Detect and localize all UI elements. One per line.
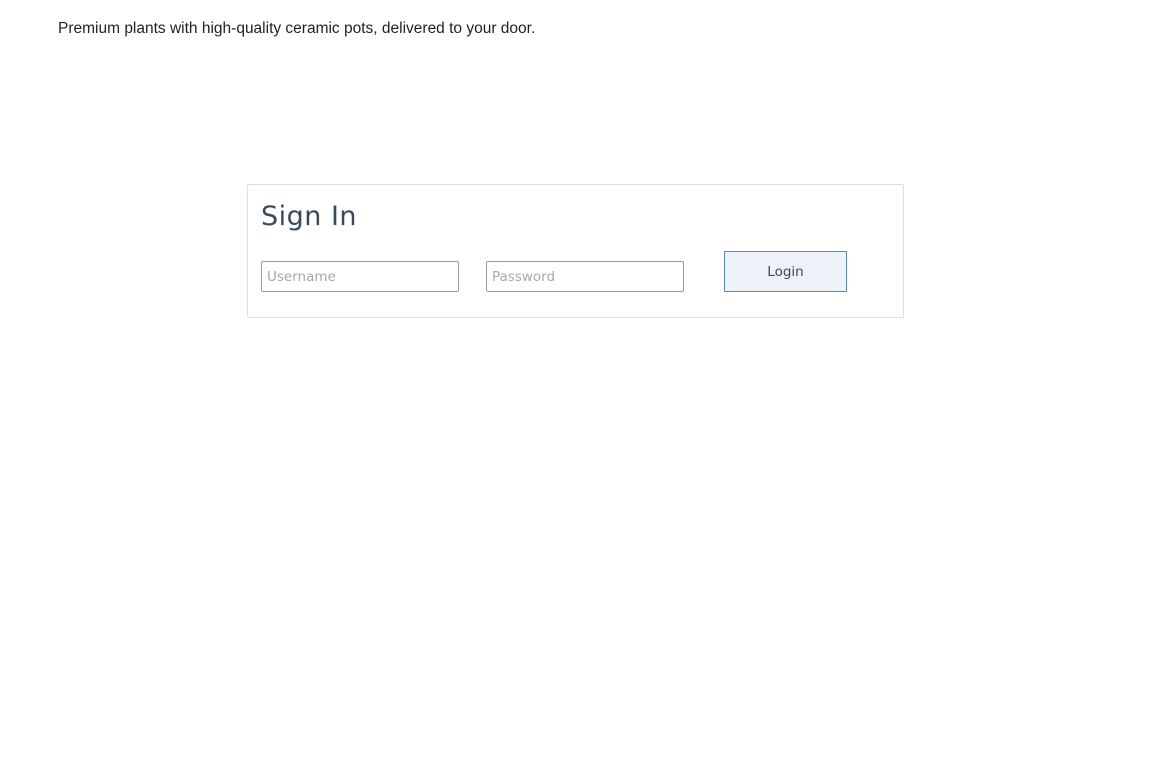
tagline-text: Premium plants with high-quality ceramic… xyxy=(58,20,536,37)
signin-title: Sign In xyxy=(261,201,358,232)
password-input[interactable] xyxy=(486,261,684,292)
signin-card: Sign In Login xyxy=(247,184,904,318)
login-button[interactable]: Login xyxy=(724,251,847,292)
username-input[interactable] xyxy=(261,261,459,292)
page: Premium plants with high-quality ceramic… xyxy=(0,0,1152,768)
